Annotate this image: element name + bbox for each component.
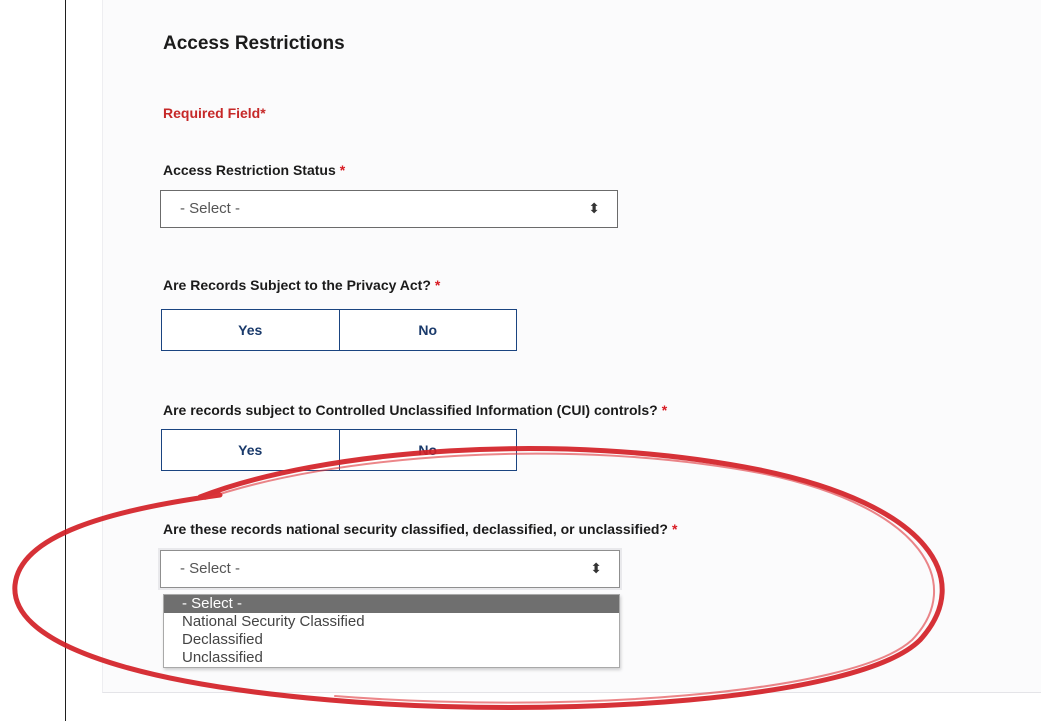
dropdown-option[interactable]: - Select -: [164, 595, 619, 613]
privacy-act-label: Are Records Subject to the Privacy Act? *: [163, 277, 440, 293]
required-asterisk: *: [434, 277, 441, 293]
updown-arrow-icon: ⬍: [588, 200, 600, 216]
privacy-act-no-button[interactable]: No: [338, 310, 517, 350]
access-status-label-text: Access Restriction Status: [163, 162, 336, 178]
classification-select-value: - Select -: [180, 560, 241, 577]
privacy-act-yes-button[interactable]: Yes: [162, 310, 339, 350]
required-asterisk: *: [661, 402, 668, 418]
updown-arrow-icon: ⬍: [590, 560, 602, 576]
cui-label: Are records subject to Controlled Unclas…: [163, 402, 667, 418]
section-heading: Access Restrictions: [163, 33, 345, 54]
classification-dropdown-list: - Select - National Security Classified …: [163, 594, 620, 668]
cui-toggle: Yes No: [161, 429, 517, 471]
window-frame-left: [65, 0, 66, 721]
cui-yes-button[interactable]: Yes: [162, 430, 339, 470]
cui-label-text: Are records subject to Controlled Unclas…: [163, 402, 658, 418]
access-status-select-value: - Select -: [180, 200, 241, 217]
privacy-act-toggle: Yes No: [161, 309, 517, 351]
classification-label-text: Are these records national security clas…: [163, 521, 668, 537]
cui-no-button[interactable]: No: [338, 430, 517, 470]
dropdown-option[interactable]: National Security Classified: [164, 613, 619, 631]
required-asterisk: *: [671, 521, 678, 537]
access-status-select[interactable]: - Select - ⬍: [160, 190, 618, 228]
required-asterisk: *: [339, 162, 346, 178]
dropdown-option[interactable]: Declassified: [164, 631, 619, 649]
required-field-note: Required Field*: [163, 105, 266, 121]
dropdown-option[interactable]: Unclassified: [164, 649, 619, 667]
classification-select[interactable]: - Select - ⬍: [160, 550, 620, 588]
privacy-act-label-text: Are Records Subject to the Privacy Act?: [163, 277, 431, 293]
classification-label: Are these records national security clas…: [163, 521, 677, 537]
access-status-label: Access Restriction Status *: [163, 162, 345, 178]
